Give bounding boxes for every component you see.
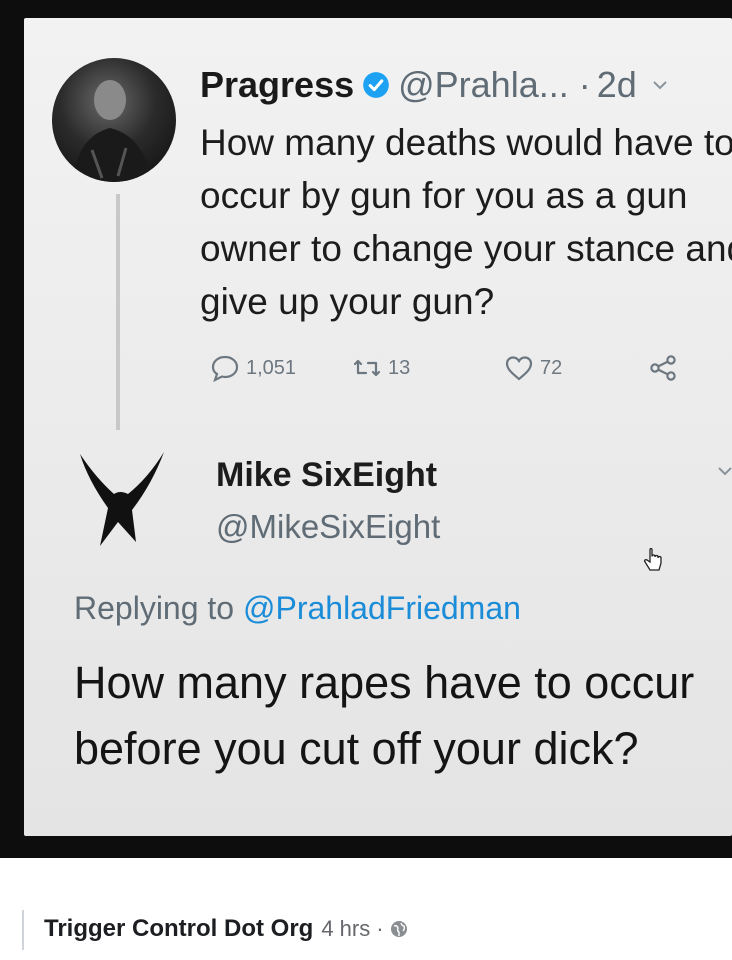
retweet-icon — [353, 359, 381, 377]
hand-cursor-icon — [643, 548, 662, 571]
retweet-count: 13 — [388, 356, 411, 379]
reply-avatar-bird-icon[interactable] — [78, 450, 168, 554]
reply-display-name[interactable]: Mike SixEight — [216, 456, 437, 495]
reply-button[interactable]: 1,051 — [210, 348, 296, 388]
handle[interactable]: @Prahla... — [398, 64, 569, 106]
display-name[interactable]: Pragress — [200, 64, 354, 106]
speech-bubble-icon — [211, 355, 239, 383]
separator: · — [376, 916, 384, 941]
share-icon — [650, 355, 676, 381]
reply-handle[interactable]: @MikeSixEight — [216, 508, 440, 546]
avatar-person-icon — [72, 80, 152, 182]
separator: · — [578, 64, 591, 105]
like-count: 72 — [540, 356, 563, 379]
replying-prefix: Replying to — [74, 590, 243, 626]
post-attribution: Trigger Control Dot Org 4 hrs · — [44, 912, 408, 946]
post-time[interactable]: 4 hrs — [321, 916, 370, 942]
chevron-down-icon[interactable] — [716, 462, 732, 480]
avatar[interactable] — [52, 58, 176, 182]
photo-frame: Pragress @Prahla... · 2d How many deaths… — [0, 0, 732, 858]
post-divider — [22, 910, 24, 950]
thread-line — [116, 194, 120, 430]
reply-text: How many rapes have to occur before you … — [74, 657, 695, 774]
share-button[interactable] — [648, 348, 684, 388]
heart-icon — [505, 356, 533, 381]
verified-badge-icon — [363, 72, 389, 98]
chevron-down-icon[interactable] — [651, 76, 669, 94]
tweet-actions: 1,051 13 72 — [210, 348, 710, 388]
reply-count: 1,051 — [246, 356, 297, 379]
tweet-header: Pragress @Prahla... · 2d — [200, 64, 732, 106]
replying-to: Replying to @PrahladFriedman — [74, 590, 521, 627]
phone-screen: Pragress @Prahla... · 2d How many deaths… — [24, 18, 732, 836]
timestamp[interactable]: 2d — [597, 64, 637, 106]
page-name-link[interactable]: Trigger Control Dot Org — [44, 915, 313, 943]
retweet-button[interactable]: 13 — [352, 348, 410, 388]
like-button[interactable]: 72 — [504, 348, 562, 388]
mention-link[interactable]: @PrahladFriedman — [243, 590, 521, 626]
globe-icon[interactable] — [390, 920, 408, 938]
tweet-text: How many deaths would have to occur by g… — [200, 122, 732, 322]
